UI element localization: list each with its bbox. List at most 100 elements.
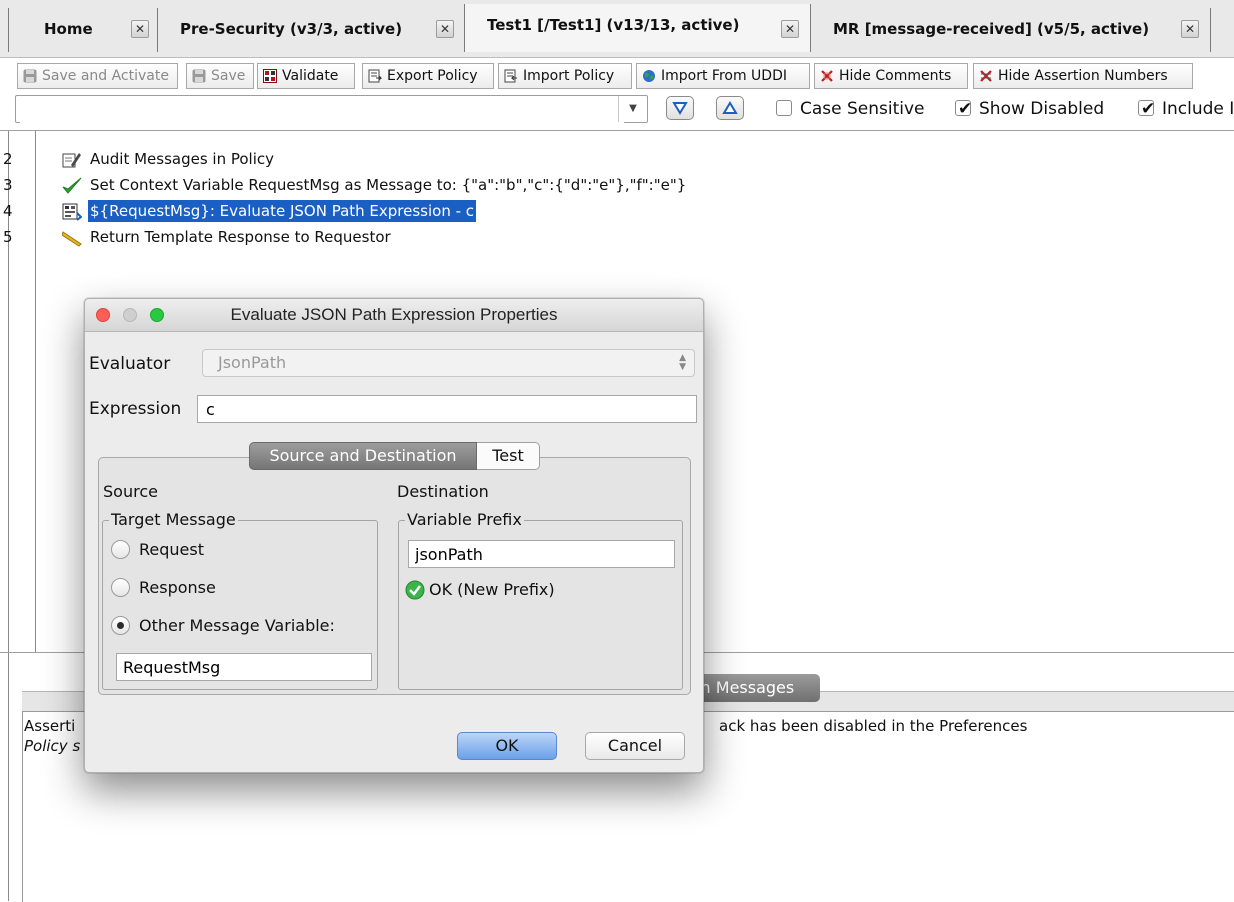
import-policy-button[interactable]: Import Policy (498, 63, 632, 89)
hide-numbers-icon (980, 70, 992, 82)
case-sensitive-checkbox[interactable]: Case Sensitive (776, 94, 925, 124)
expression-label: Expression (89, 399, 182, 419)
chevron-down-icon[interactable]: ▼ (618, 96, 647, 122)
checkbox-box[interactable]: ✔ (1138, 99, 1156, 119)
hide-comments-button[interactable]: Hide Comments (814, 63, 968, 89)
save-button[interactable]: Save (186, 63, 254, 89)
show-disabled-label: Show Disabled (979, 99, 1105, 119)
dialog-titlebar[interactable]: Evaluate JSON Path Expression Properties (85, 299, 703, 332)
expression-input[interactable] (197, 395, 697, 423)
source-label: Source (103, 482, 158, 501)
close-icon[interactable]: ✕ (436, 20, 454, 38)
tab-home-label: Home (44, 20, 93, 38)
dialog-title: Evaluate JSON Path Expression Properties (230, 305, 558, 324)
search-row: ▼ Case Sensitive ✔ Show Disabled ✔ Inclu… (0, 94, 1234, 124)
properties-dialog: Evaluate JSON Path Expression Properties… (84, 298, 704, 773)
assertion-label: Set Context Variable RequestMsg as Messa… (90, 176, 687, 194)
radio-circle-selected[interactable] (111, 616, 130, 635)
export-policy-label: Export Policy (387, 68, 478, 84)
assertion-label: Return Template Response to Requestor (90, 228, 391, 246)
ok-status-icon (405, 580, 425, 600)
message-text: ack has been disabled in the Preferences (719, 717, 1028, 735)
radio-circle[interactable] (111, 540, 130, 559)
other-variable-input[interactable] (116, 653, 372, 681)
import-from-uddi-button[interactable]: Import From UDDI (636, 63, 810, 89)
save-label: Save (211, 68, 246, 84)
up-down-arrows-icon: ▲ ▼ (679, 353, 686, 372)
request-radio[interactable]: Request (111, 538, 204, 562)
ok-button[interactable]: OK (457, 732, 557, 760)
other-message-variable-label: Other Message Variable: (139, 616, 335, 635)
prefix-status-text: OK (New Prefix) (429, 580, 555, 599)
tab-home[interactable]: Home ✕ (8, 8, 158, 52)
show-disabled-checkbox[interactable]: ✔ Show Disabled (955, 94, 1104, 124)
export-policy-button[interactable]: Export Policy (362, 63, 494, 89)
close-icon[interactable]: ✕ (131, 20, 149, 38)
template-response-icon (62, 231, 82, 247)
save-and-activate-label: Save and Activate (42, 68, 169, 84)
target-message-title: Target Message (109, 510, 238, 529)
tab-mr[interactable]: MR [message-received] (v5/5, active) ✕ (811, 8, 1211, 52)
checkmark-icon: ✔ (1141, 99, 1156, 119)
include-label: Include I (1162, 99, 1234, 119)
target-message-group: Target Message Request Response Other Me… (102, 510, 378, 690)
cancel-button[interactable]: Cancel (585, 732, 685, 760)
tab-test1-label: Test1 [/Test1] (v13/13, active) (487, 16, 740, 34)
destination-label: Destination (397, 482, 489, 501)
radio-circle[interactable] (111, 578, 130, 597)
save-and-activate-button[interactable]: Save and Activate (17, 63, 178, 89)
checkmark-icon: ✔ (958, 99, 973, 119)
json-path-icon (62, 203, 82, 221)
line-number: 4 (3, 202, 13, 220)
floppy-disk-icon (192, 69, 206, 83)
search-input[interactable] (20, 97, 624, 123)
hide-comments-icon (821, 70, 833, 82)
evaluator-select[interactable]: JsonPath ▲ ▼ (202, 349, 695, 377)
validate-label: Validate (282, 68, 339, 84)
variable-prefix-input[interactable] (408, 540, 675, 568)
line-number: 3 (3, 176, 13, 194)
variable-prefix-title: Variable Prefix (405, 510, 524, 529)
checkmark-icon (62, 177, 82, 194)
hide-assertion-numbers-label: Hide Assertion Numbers (998, 68, 1168, 84)
variable-prefix-group: Variable Prefix OK (New Prefix) (398, 510, 683, 690)
hide-assertion-numbers-button[interactable]: Hide Assertion Numbers (973, 63, 1193, 89)
audit-icon (62, 153, 81, 168)
evaluator-value: JsonPath (218, 353, 287, 372)
validate-icon (263, 69, 277, 83)
assertion-label: Audit Messages in Policy (90, 150, 275, 168)
other-message-variable-radio[interactable]: Other Message Variable: (111, 614, 335, 638)
tab-test[interactable]: Test (477, 442, 540, 470)
tab-test1[interactable]: Test1 [/Test1] (v13/13, active) ✕ (464, 4, 811, 52)
close-icon[interactable]: ✕ (1181, 20, 1199, 38)
validate-button[interactable]: Validate (257, 63, 355, 89)
search-combobox[interactable]: ▼ (15, 95, 648, 123)
import-icon (504, 69, 517, 83)
tab-panel: Source Destination Target Message Reques… (98, 457, 691, 695)
arrow-up-icon (722, 101, 738, 114)
import-from-uddi-label: Import From UDDI (661, 68, 787, 84)
checkbox-box[interactable] (776, 100, 792, 116)
tab-mr-label: MR [message-received] (v5/5, active) (833, 20, 1150, 38)
panel-border (8, 653, 9, 901)
tab-pre-security[interactable]: Pre-Security (v3/3, active) ✕ (158, 8, 466, 52)
case-sensitive-label: Case Sensitive (800, 99, 925, 119)
find-previous-button[interactable] (716, 96, 744, 120)
hide-comments-label: Hide Comments (839, 68, 952, 84)
close-icon[interactable]: ✕ (781, 20, 799, 38)
export-icon (368, 69, 382, 83)
include-checkbox[interactable]: ✔ Include I (1138, 94, 1234, 124)
line-number: 2 (3, 150, 13, 168)
find-next-button[interactable] (666, 96, 694, 120)
globe-icon (643, 70, 655, 82)
message-text: Policy s (24, 737, 81, 755)
editor-tab-bar: Home ✕ Pre-Security (v3/3, active) ✕ Tes… (0, 0, 1234, 58)
assertion-label: ${RequestMsg}: Evaluate JSON Path Expres… (88, 200, 477, 222)
tab-source-and-destination[interactable]: Source and Destination (249, 442, 477, 470)
checkbox-box[interactable]: ✔ (955, 99, 973, 119)
evaluator-label: Evaluator (89, 354, 171, 374)
request-radio-label: Request (139, 540, 204, 559)
line-number: 5 (3, 228, 13, 246)
response-radio-label: Response (139, 578, 216, 597)
response-radio[interactable]: Response (111, 576, 216, 600)
